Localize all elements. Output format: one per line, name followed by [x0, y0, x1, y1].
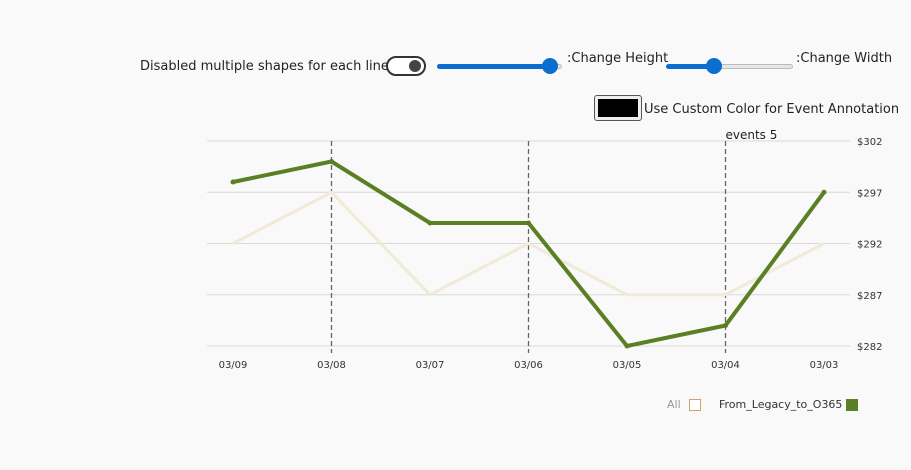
series-point — [624, 343, 630, 349]
legend: All From_Legacy_to_O365 — [660, 398, 880, 414]
y-tick-label: $287 — [857, 291, 882, 302]
y-tick-label: $297 — [857, 188, 882, 199]
series-point — [821, 189, 827, 195]
y-tick-label: $302 — [857, 137, 882, 148]
series-point — [723, 323, 728, 328]
x-tick-label: 03/05 — [613, 360, 642, 371]
x-tick-label: 03/06 — [514, 360, 543, 371]
x-tick-label: 03/09 — [219, 360, 248, 371]
x-tick-label: 03/07 — [416, 360, 445, 371]
legend-series-swatch[interactable] — [846, 399, 858, 411]
series-point — [526, 220, 531, 226]
x-tick-label: 03/04 — [711, 360, 740, 371]
legend-series-label[interactable]: From_Legacy_to_O365 — [719, 398, 842, 411]
y-tick-label: $292 — [857, 240, 882, 251]
x-tick-label: 03/08 — [317, 360, 346, 371]
series-point — [427, 220, 433, 226]
y-tick-label: $282 — [857, 342, 882, 353]
x-tick-label: 03/03 — [810, 360, 839, 371]
legend-all-label[interactable]: All — [667, 398, 681, 411]
legend-all-checkbox[interactable] — [689, 399, 701, 411]
series-point — [230, 179, 236, 185]
event-annotation-label: events 5 — [726, 128, 778, 142]
series-point — [329, 159, 334, 164]
